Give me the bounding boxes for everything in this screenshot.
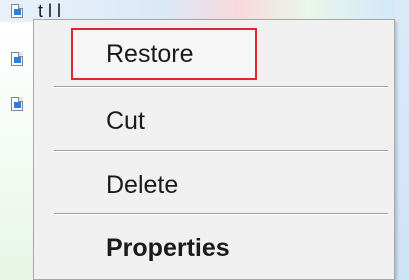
image-file-icon[interactable] <box>11 97 23 111</box>
menu-item-label: Cut <box>106 106 145 135</box>
menu-item-label: Delete <box>106 170 179 199</box>
menu-separator <box>54 213 388 215</box>
menu-item-label: Properties <box>106 233 230 262</box>
menu-item-label: Restore <box>106 39 194 68</box>
menu-separator <box>54 86 388 88</box>
menu-item-cut[interactable]: Cut <box>36 95 390 147</box>
menu-item-delete[interactable]: Delete <box>36 159 390 211</box>
context-menu: Restore Cut Delete Properties <box>33 19 395 280</box>
menu-separator <box>54 150 388 152</box>
background-window-edge <box>395 0 409 280</box>
image-file-icon[interactable] <box>11 52 23 66</box>
screenshot-stage: t l l Restore Cut Delete Properties <box>0 0 409 280</box>
image-file-icon[interactable] <box>11 4 23 18</box>
menu-item-properties[interactable]: Properties <box>36 222 390 274</box>
menu-item-restore[interactable]: Restore <box>71 28 257 80</box>
